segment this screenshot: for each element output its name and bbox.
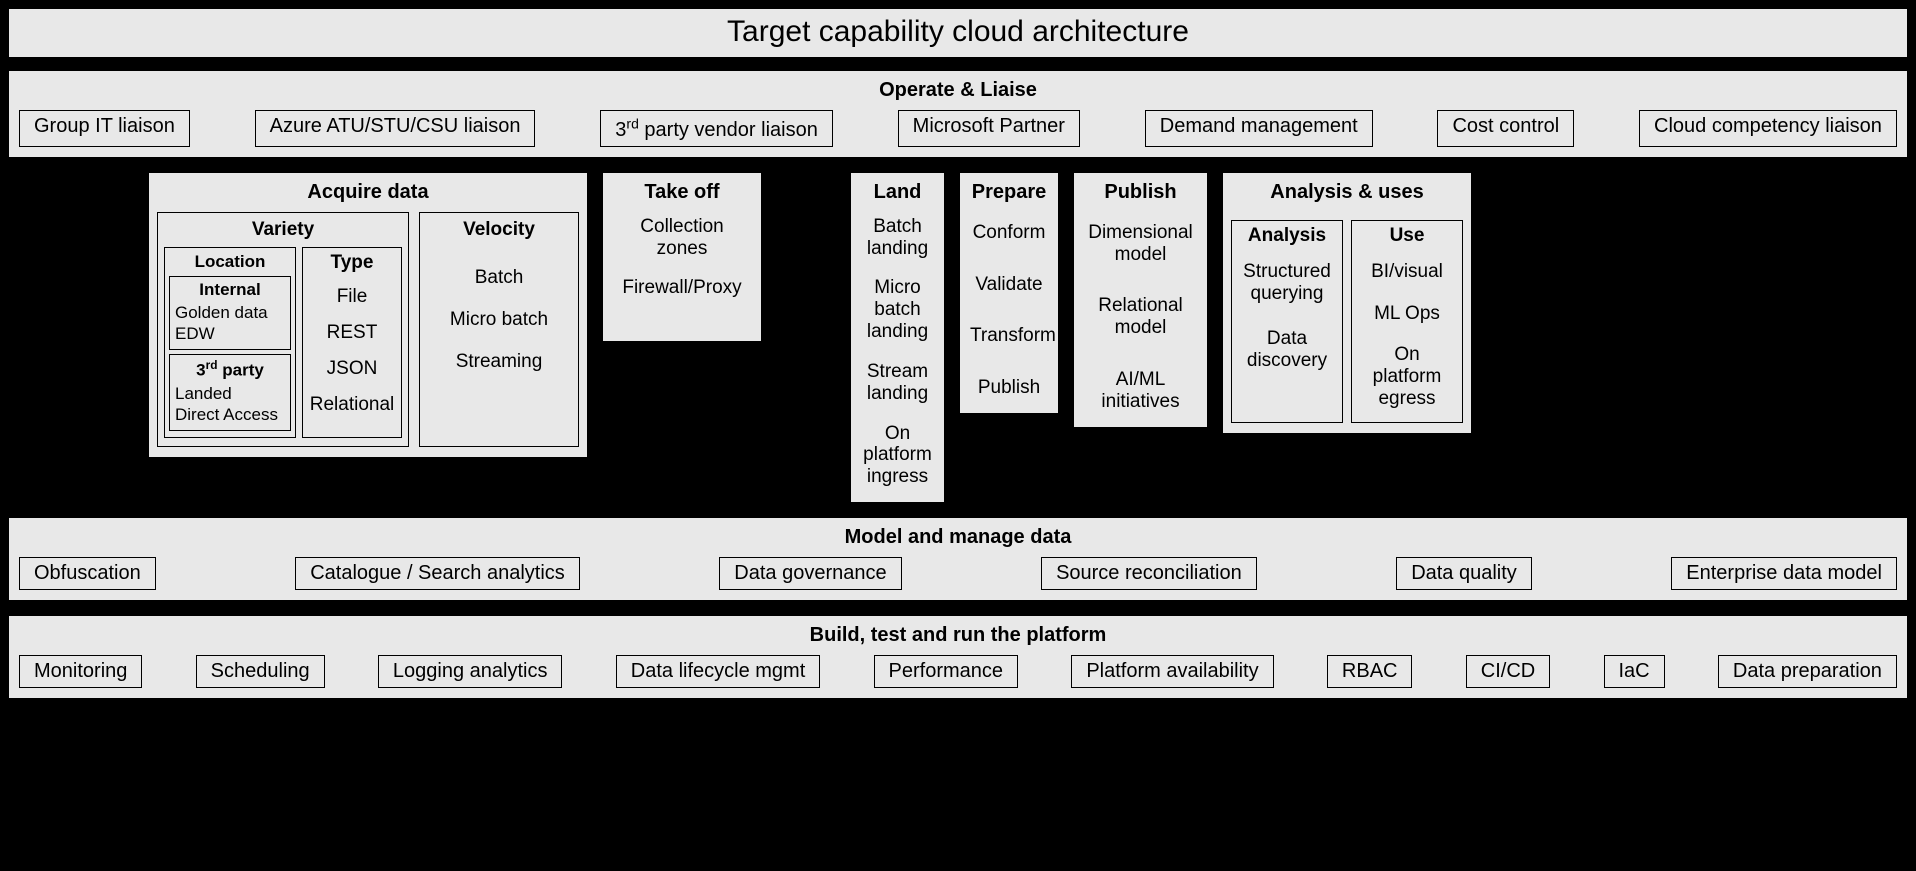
analysis-item: Structured querying [1238, 261, 1336, 305]
prepare-item: Transform [970, 325, 1048, 347]
type-item: JSON [307, 358, 397, 380]
build-item: Data preparation [1718, 655, 1897, 688]
takeoff-title: Take off [611, 179, 753, 212]
publish-column: Publish Dimensional model Relational mod… [1073, 172, 1208, 428]
land-column: Land Batch landing Micro batch landing S… [850, 172, 945, 503]
analysis-sub-title: Analysis [1236, 225, 1338, 253]
operate-item: Microsoft Partner [898, 110, 1080, 147]
location-box: Location Internal Golden data EDW 3rd pa… [164, 247, 296, 439]
third-party-box: 3rd party Landed Direct Access [169, 354, 291, 431]
operate-item: 3rd party vendor liaison [600, 110, 833, 147]
takeoff-item: Firewall/Proxy [613, 277, 751, 299]
land-item: Batch landing [861, 216, 934, 260]
build-section: Build, test and run the platform Monitor… [8, 615, 1908, 699]
model-item: Source reconciliation [1041, 557, 1257, 590]
analysis-item: Data discovery [1238, 328, 1336, 372]
prepare-item: Publish [970, 377, 1048, 399]
acquire-title: Acquire data [157, 179, 579, 212]
use-item: ML Ops [1358, 303, 1456, 325]
use-sub: Use BI/visual ML Ops On platform egress [1351, 220, 1463, 423]
use-item: On platform egress [1358, 344, 1456, 410]
model-item: Data governance [719, 557, 901, 590]
build-item: IaC [1604, 655, 1665, 688]
operate-item: Group IT liaison [19, 110, 190, 147]
model-item: Catalogue / Search analytics [295, 557, 580, 590]
land-item: Micro batch landing [861, 277, 934, 343]
operate-item: Cloud competency liaison [1639, 110, 1897, 147]
prepare-item: Conform [970, 222, 1048, 244]
build-item: Monitoring [19, 655, 142, 688]
type-item: REST [307, 322, 397, 344]
build-item: Logging analytics [378, 655, 563, 688]
internal-title: Internal [175, 280, 285, 300]
takeoff-item: Collection zones [613, 216, 751, 260]
velocity-title: Velocity [428, 219, 570, 247]
build-title: Build, test and run the platform [19, 620, 1897, 655]
publish-item: Relational model [1084, 295, 1197, 339]
internal-box: Internal Golden data EDW [169, 276, 291, 351]
type-title: Type [307, 252, 397, 280]
operate-item: Demand management [1145, 110, 1373, 147]
velocity-box: Velocity Batch Micro batch Streaming [419, 212, 579, 448]
build-item: Performance [874, 655, 1019, 688]
operate-section: Operate & Liaise Group IT liaison Azure … [8, 70, 1908, 158]
analysis-sub: Analysis Structured querying Data discov… [1231, 220, 1343, 423]
publish-title: Publish [1082, 179, 1199, 212]
velocity-item: Streaming [428, 351, 570, 373]
prepare-item: Validate [970, 274, 1048, 296]
use-item: BI/visual [1358, 261, 1456, 283]
land-item: Stream landing [861, 361, 934, 405]
type-item: Relational [307, 394, 397, 416]
velocity-item: Micro batch [428, 309, 570, 331]
publish-item: Dimensional model [1084, 222, 1197, 266]
variety-box: Variety Location Internal Golden data ED… [157, 212, 409, 448]
build-item: Platform availability [1071, 655, 1273, 688]
analysis-title: Analysis & uses [1231, 179, 1463, 212]
type-item: File [307, 286, 397, 308]
build-item: Data lifecycle mgmt [616, 655, 821, 688]
main-title: Target capability cloud architecture [8, 8, 1908, 58]
third-party-items: Landed Direct Access [175, 381, 285, 426]
takeoff-column: Take off Collection zones Firewall/Proxy [602, 172, 762, 342]
variety-title: Variety [164, 219, 402, 247]
operate-item: Azure ATU/STU/CSU liaison [255, 110, 536, 147]
land-title: Land [859, 179, 936, 212]
acquire-column: Acquire data Variety Location Internal G… [148, 172, 588, 459]
build-item: Scheduling [196, 655, 325, 688]
velocity-item: Batch [428, 267, 570, 289]
model-item: Obfuscation [19, 557, 156, 590]
location-title: Location [169, 252, 291, 272]
type-box: Type File REST JSON Relational [302, 247, 402, 439]
model-item: Enterprise data model [1671, 557, 1897, 590]
model-item: Data quality [1396, 557, 1532, 590]
pipeline-row: Acquire data Variety Location Internal G… [8, 172, 1908, 503]
internal-items: Golden data EDW [175, 300, 285, 345]
build-item: CI/CD [1466, 655, 1550, 688]
operate-row: Group IT liaison Azure ATU/STU/CSU liais… [19, 110, 1897, 147]
model-section: Model and manage data Obfuscation Catalo… [8, 517, 1908, 601]
prepare-title: Prepare [968, 179, 1050, 212]
model-title: Model and manage data [19, 522, 1897, 557]
prepare-column: Prepare Conform Validate Transform Publi… [959, 172, 1059, 414]
operate-item: Cost control [1437, 110, 1574, 147]
land-item: On platform ingress [861, 423, 934, 489]
third-party-title: 3rd party [175, 358, 285, 381]
publish-item: AI/ML initiatives [1084, 369, 1197, 413]
build-item: RBAC [1327, 655, 1413, 688]
use-sub-title: Use [1356, 225, 1458, 253]
analysis-column: Analysis & uses Analysis Structured quer… [1222, 172, 1472, 434]
operate-title: Operate & Liaise [19, 75, 1897, 110]
